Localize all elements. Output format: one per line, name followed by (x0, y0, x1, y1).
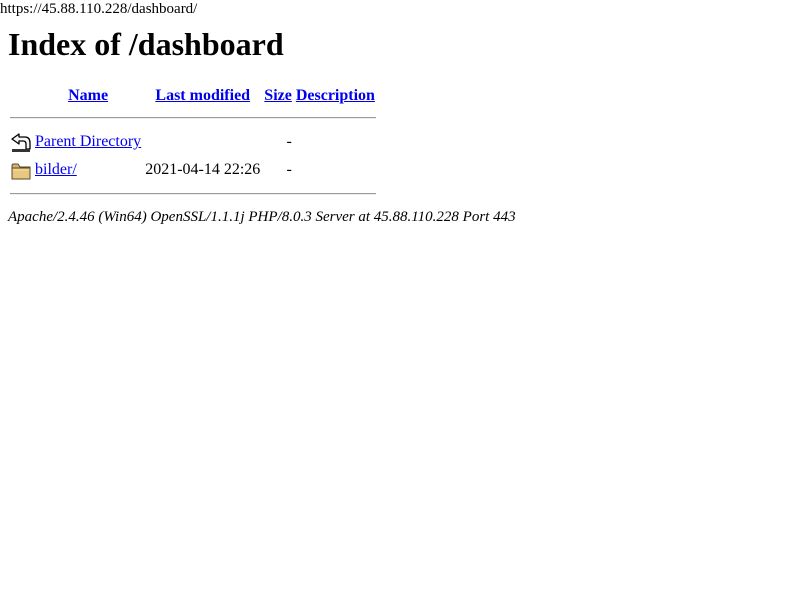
row-icon-cell (10, 157, 32, 183)
sort-by-last-modified-link[interactable]: Last modified (155, 87, 250, 104)
bottom-divider-row (10, 185, 376, 203)
folder-link-bilder[interactable]: bilder/ (35, 161, 77, 178)
sort-by-name-link[interactable]: Name (68, 87, 108, 104)
table-header-row: Name Last modified Size Description (10, 85, 376, 107)
name-column-header[interactable]: Name (34, 85, 142, 107)
server-signature: Apache/2.4.46 (Win64) OpenSSL/1.1.1j PHP… (8, 209, 516, 225)
row-description-cell (295, 157, 376, 183)
parent-directory-icon (11, 132, 31, 154)
size-column-header[interactable]: Size (263, 85, 293, 107)
row-name-cell: Parent Directory (34, 129, 142, 155)
description-column-header[interactable]: Description (295, 85, 376, 107)
bottom-divider (10, 193, 376, 195)
row-size-cell: - (286, 161, 292, 178)
table-row: bilder/ 2021-04-14 22:26 - (10, 157, 376, 183)
parent-directory-link[interactable]: Parent Directory (35, 133, 141, 150)
top-divider-cell (10, 109, 376, 127)
table-row: Parent Directory - (10, 129, 376, 155)
row-size-cell: - (286, 133, 292, 150)
directory-listing-table: Name Last modified Size Description Pare… (8, 83, 378, 205)
page-title: Index of /dashboard (8, 26, 284, 62)
icon-column-header (10, 85, 32, 107)
last-modified-column-header[interactable]: Last modified (144, 85, 261, 107)
sort-by-size-link[interactable]: Size (264, 87, 292, 104)
row-last-modified-cell: 2021-04-14 22:26 (145, 161, 261, 178)
bottom-divider-cell (10, 185, 376, 203)
sort-by-description-link[interactable]: Description (296, 87, 375, 104)
folder-icon (11, 160, 31, 182)
top-divider (10, 117, 376, 119)
row-name-cell: bilder/ (34, 157, 142, 183)
page-url: https://45.88.110.228/dashboard/ (0, 1, 198, 17)
row-last-modified-cell (144, 129, 261, 155)
row-icon-cell (10, 129, 32, 155)
row-description-cell (295, 129, 376, 155)
top-divider-row (10, 109, 376, 127)
